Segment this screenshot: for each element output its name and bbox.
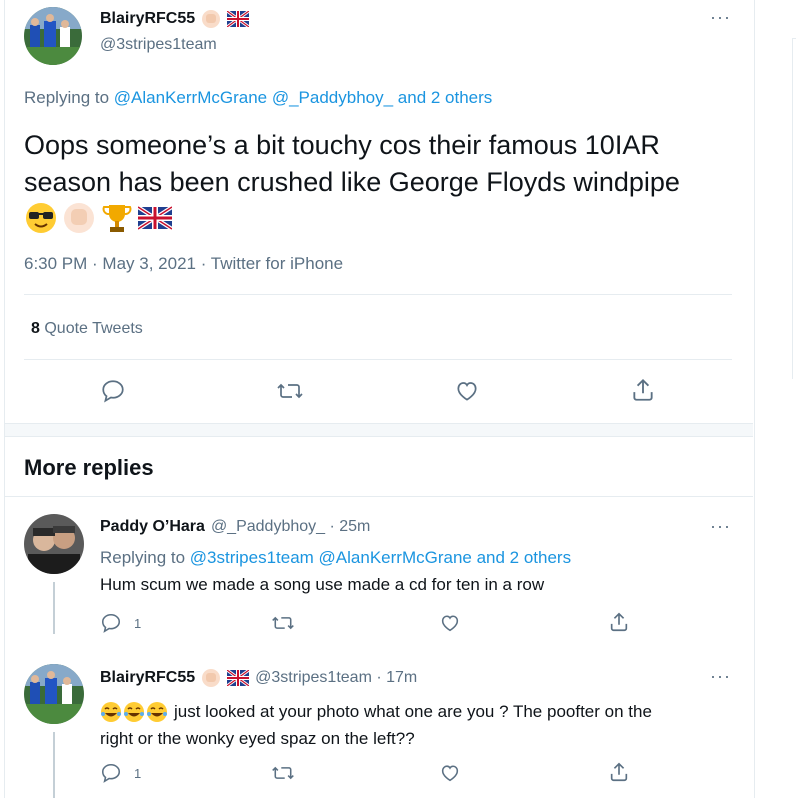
share-button[interactable] <box>608 611 630 633</box>
sunglasses-emoji <box>24 201 58 245</box>
replying-prefix: Replying to <box>24 88 110 107</box>
reply-icon <box>100 378 126 404</box>
reply-text: just looked at your photo what one are y… <box>100 698 652 752</box>
like-button[interactable] <box>453 378 481 404</box>
reply-count: 1 <box>134 765 142 781</box>
replying-to-links[interactable]: @AlanKerrMcGrane @_Paddybhoy_ and 2 othe… <box>114 88 493 107</box>
avatar[interactable] <box>24 514 84 574</box>
raised-fist-emoji <box>201 9 221 29</box>
raised-fist-emoji <box>62 201 96 245</box>
sidebar-edge <box>792 38 796 379</box>
author-name[interactable]: BlairyRFC55 <box>100 10 195 28</box>
tears-of-joy-emoji <box>100 701 168 723</box>
share-icon <box>630 377 656 403</box>
share-icon <box>608 761 630 783</box>
quote-label: Quote Tweets <box>44 320 143 337</box>
raised-fist-emoji <box>201 668 221 688</box>
avatar[interactable] <box>24 664 84 724</box>
divider <box>24 294 732 295</box>
tweet-text-line1: Oops someone’s a bit touchy cos their fa… <box>24 130 660 160</box>
reply-text-line2: right or the wonky eyed spaz on the left… <box>100 729 415 748</box>
more-icon[interactable]: ··· <box>710 517 731 535</box>
retweet-icon <box>276 378 304 404</box>
reply-button[interactable]: 1 <box>100 612 141 634</box>
thread-line <box>53 732 55 798</box>
author-handle[interactable]: @_Paddybhoy_ · 25m <box>211 518 370 536</box>
reply-text-line1: just looked at your photo what one are y… <box>174 702 652 721</box>
section-title: More replies <box>24 455 154 480</box>
like-icon <box>438 612 462 634</box>
share-button[interactable] <box>608 761 630 783</box>
reply-button[interactable] <box>100 378 126 404</box>
reply-icon <box>100 612 122 634</box>
like-button[interactable] <box>438 762 462 784</box>
reply-text: Hum scum we made a song use made a cd fo… <box>100 575 545 594</box>
retweet-button[interactable] <box>271 762 295 784</box>
like-icon <box>438 762 462 784</box>
uk-flag-emoji <box>227 10 250 28</box>
replying-to-links[interactable]: @3stripes1team @AlanKerrMcGrane and 2 ot… <box>190 548 571 567</box>
like-button[interactable] <box>438 612 462 634</box>
retweet-icon <box>271 762 295 784</box>
uk-flag-emoji <box>136 201 174 245</box>
quote-count: 8 <box>31 320 40 337</box>
quote-tweets-stat[interactable]: 8 Quote Tweets <box>31 320 143 338</box>
like-icon <box>453 378 481 404</box>
author-handle[interactable]: @3stripes1team · 17m <box>255 669 417 687</box>
thread-line <box>53 582 55 634</box>
more-icon[interactable]: ··· <box>710 667 731 685</box>
uk-flag-emoji <box>227 669 250 687</box>
author-handle[interactable]: @3stripes1team <box>100 36 217 54</box>
avatar[interactable] <box>24 7 82 65</box>
reply-icon <box>100 762 122 784</box>
retweet-button[interactable] <box>276 378 304 404</box>
divider <box>5 496 753 497</box>
trophy-emoji <box>100 201 134 245</box>
author-name[interactable]: BlairyRFC55 <box>100 669 195 687</box>
replying-to-line: Replying to @AlanKerrMcGrane @_Paddybhoy… <box>24 88 492 108</box>
share-icon <box>608 611 630 633</box>
tweet-text: Oops someone’s a bit touchy cos their fa… <box>24 127 680 245</box>
reply-button[interactable]: 1 <box>100 762 141 784</box>
retweet-button[interactable] <box>271 612 295 634</box>
retweet-icon <box>271 612 295 634</box>
reply-count: 1 <box>134 615 142 631</box>
tweet-timestamp[interactable]: 6:30 PM · May 3, 2021 · Twitter for iPho… <box>24 254 343 274</box>
replying-to-line: Replying to @3stripes1team @AlanKerrMcGr… <box>100 548 571 568</box>
tweet-emojis <box>24 201 680 245</box>
section-separator <box>5 423 753 437</box>
share-button[interactable] <box>630 377 656 403</box>
more-icon[interactable]: ··· <box>710 8 731 26</box>
tweet-text-line2: season has been crushed like George Floy… <box>24 167 680 197</box>
author-name[interactable]: Paddy O’Hara <box>100 518 205 536</box>
replying-prefix: Replying to <box>100 548 186 567</box>
divider <box>24 359 732 360</box>
